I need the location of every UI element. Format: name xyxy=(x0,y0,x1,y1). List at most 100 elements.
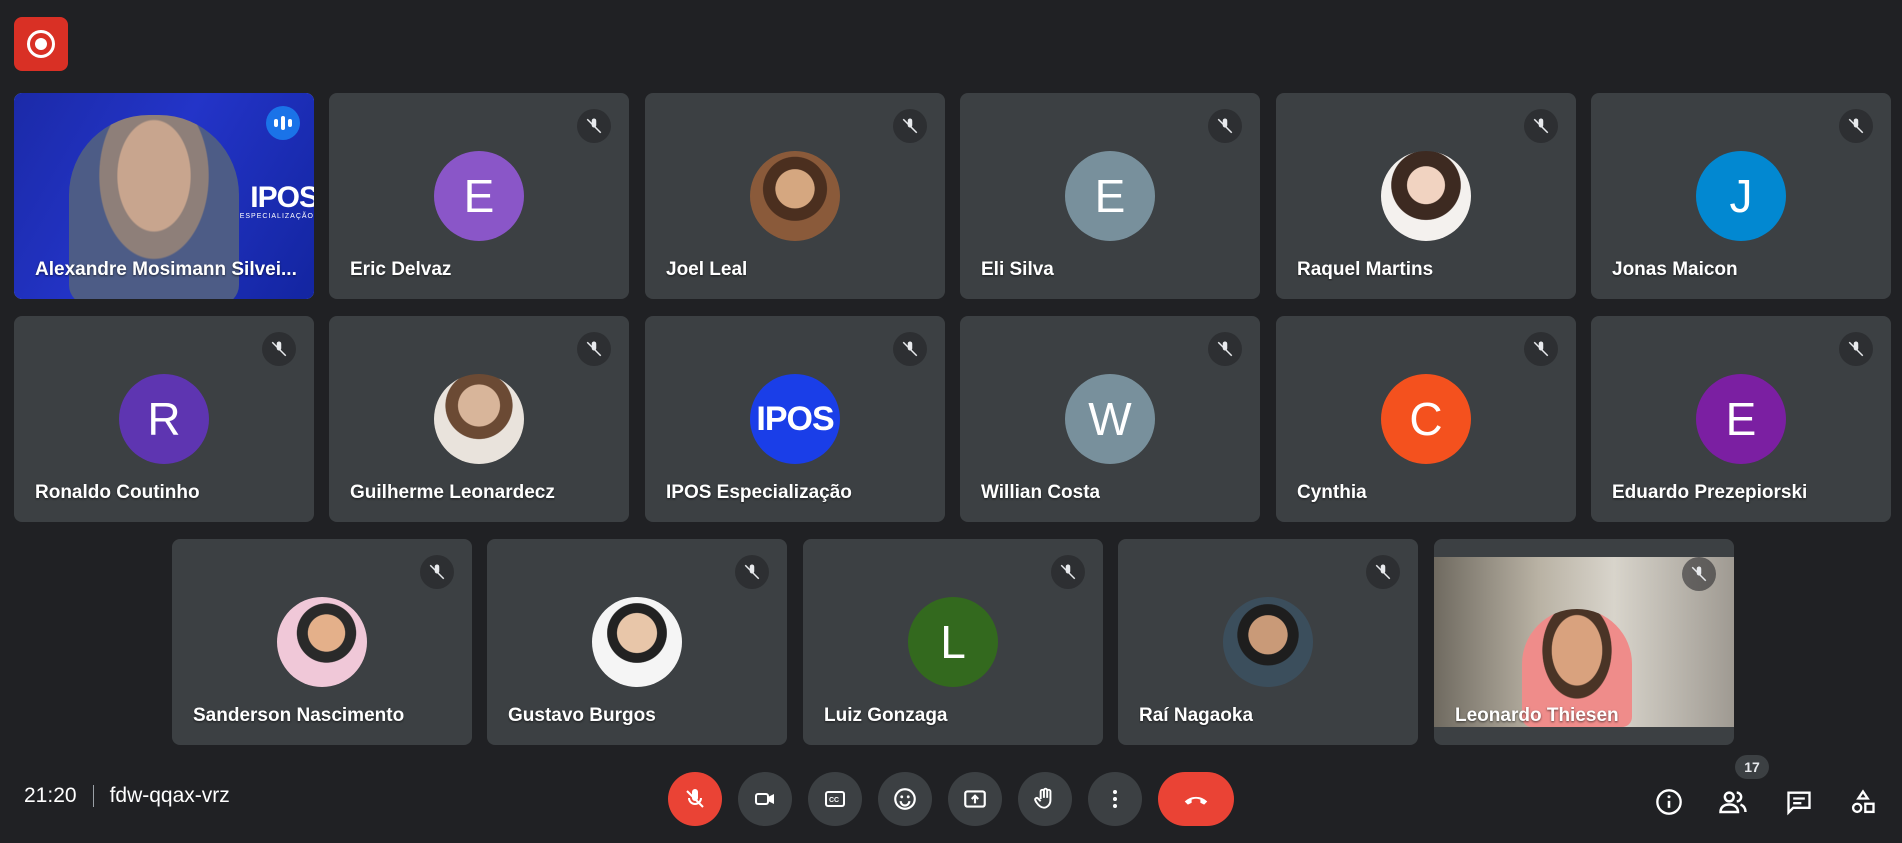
chat-button[interactable] xyxy=(1779,782,1819,822)
divider xyxy=(92,785,94,807)
emoji-icon xyxy=(894,788,916,810)
participant-name: Alexandre Mosimann Silvei... xyxy=(35,259,297,280)
participant-name: IPOS Especialização xyxy=(666,482,852,503)
participant-name: Raquel Martins xyxy=(1297,259,1434,280)
video-brand-subtext: ESPECIALIZAÇÃO xyxy=(239,213,314,220)
participant-name: Eduardo Prezepiorski xyxy=(1612,482,1808,503)
mic-off-icon xyxy=(735,555,769,589)
avatar-photo xyxy=(277,597,367,687)
avatar: J xyxy=(1696,151,1786,241)
participant-tile[interactable]: Guilherme Leonardecz xyxy=(329,316,629,522)
info-icon xyxy=(1656,789,1682,815)
participant-name: Eli Silva xyxy=(981,259,1054,280)
captions-button[interactable]: CC xyxy=(808,772,862,826)
participant-tile[interactable]: Gustavo Burgos xyxy=(487,539,787,745)
chat-icon xyxy=(1787,791,1811,816)
participant-tile[interactable]: E Eduardo Prezepiorski xyxy=(1591,316,1891,522)
raise-hand-button[interactable] xyxy=(1018,772,1072,826)
captions-icon: CC xyxy=(825,791,845,807)
present-icon xyxy=(964,790,986,808)
participant-tile[interactable]: E Eric Delvaz xyxy=(329,93,629,299)
meeting-details: 21:20 fdw-qqax-vrz xyxy=(24,784,230,808)
participant-name: Willian Costa xyxy=(981,482,1101,503)
recording-icon[interactable] xyxy=(14,17,68,71)
avatar-photo xyxy=(1381,151,1471,241)
mic-off-icon xyxy=(686,789,704,808)
avatar: E xyxy=(1696,374,1786,464)
hand-icon xyxy=(1034,787,1052,809)
activities-icon xyxy=(1851,789,1875,814)
more-vert-icon xyxy=(1113,790,1117,808)
mic-off-icon xyxy=(893,109,927,143)
meeting-info-button[interactable] xyxy=(1649,782,1689,822)
people-button[interactable] xyxy=(1713,782,1753,822)
participant-tile[interactable]: Raquel Martins xyxy=(1276,93,1576,299)
avatar-photo xyxy=(1223,597,1313,687)
avatar: E xyxy=(1065,151,1155,241)
participant-name: Ronaldo Coutinho xyxy=(35,482,200,503)
participant-name: Joel Leal xyxy=(666,259,748,280)
participant-tile[interactable]: Leonardo Thiesen xyxy=(1434,539,1734,745)
more-options-button[interactable] xyxy=(1088,772,1142,826)
participant-name: Eric Delvaz xyxy=(350,259,452,280)
participant-tile[interactable]: IPOS ESPECIALIZAÇÃO Alexandre Mosimann S… xyxy=(14,93,314,299)
participant-tile[interactable]: Joel Leal xyxy=(645,93,945,299)
mic-off-icon xyxy=(1682,557,1716,591)
meeting-code: fdw-qqax-vrz xyxy=(109,784,230,807)
video-brand-text: IPOS xyxy=(250,181,314,214)
emoji-button[interactable] xyxy=(878,772,932,826)
participant-tile[interactable]: Sanderson Nascimento xyxy=(172,539,472,745)
participant-tile[interactable]: R Ronaldo Coutinho xyxy=(14,316,314,522)
mic-off-icon xyxy=(1051,555,1085,589)
mic-off-icon xyxy=(420,555,454,589)
mic-off-icon xyxy=(1208,332,1242,366)
mic-off-icon xyxy=(262,332,296,366)
participant-tile[interactable]: L Luiz Gonzaga xyxy=(803,539,1103,745)
avatar: W xyxy=(1065,374,1155,464)
avatar-photo xyxy=(434,374,524,464)
participant-tile[interactable]: W Willian Costa xyxy=(960,316,1260,522)
mic-off-icon xyxy=(893,332,927,366)
bottom-bar: 21:20 fdw-qqax-vrz CC xyxy=(0,760,1902,843)
participant-tile[interactable]: E Eli Silva xyxy=(960,93,1260,299)
participant-name: Cynthia xyxy=(1297,482,1367,503)
speaking-indicator-icon xyxy=(266,106,300,140)
participant-name: Luiz Gonzaga xyxy=(824,705,948,726)
mic-off-icon xyxy=(1839,109,1873,143)
participant-name: Gustavo Burgos xyxy=(508,705,656,726)
avatar: C xyxy=(1381,374,1471,464)
mic-off-icon xyxy=(1524,332,1558,366)
recording-dot xyxy=(35,38,47,50)
participant-name: Leonardo Thiesen xyxy=(1455,705,1619,726)
side-panel-buttons xyxy=(1642,760,1902,843)
participant-tile[interactable]: J Jonas Maicon xyxy=(1591,93,1891,299)
participant-tile[interactable]: IPOS IPOS Especialização xyxy=(645,316,945,522)
participant-tile[interactable]: Raí Nagaoka xyxy=(1118,539,1418,745)
mic-off-icon xyxy=(1366,555,1400,589)
participant-name: Sanderson Nascimento xyxy=(193,705,405,726)
svg-text:CC: CC xyxy=(829,797,839,804)
avatar-photo xyxy=(592,597,682,687)
participant-tile[interactable]: C Cynthia xyxy=(1276,316,1576,522)
end-call-button[interactable] xyxy=(1158,772,1234,826)
meet-window: IPOS ESPECIALIZAÇÃO Alexandre Mosimann S… xyxy=(0,0,1902,843)
present-button[interactable] xyxy=(948,772,1002,826)
avatar-photo xyxy=(750,151,840,241)
phone-hangup-icon xyxy=(1184,796,1208,805)
people-icon xyxy=(1719,791,1747,814)
call-controls: CC xyxy=(668,772,1250,826)
mic-off-icon xyxy=(1524,109,1558,143)
avatar: L xyxy=(908,597,998,687)
mic-off-icon xyxy=(1208,109,1242,143)
avatar: R xyxy=(119,374,209,464)
camera-icon xyxy=(755,793,774,805)
mic-off-icon xyxy=(1839,332,1873,366)
participant-name: Raí Nagaoka xyxy=(1139,705,1254,726)
mic-toggle-button[interactable] xyxy=(668,772,722,826)
participant-count-badge: 17 xyxy=(1735,755,1769,779)
mic-off-icon xyxy=(577,332,611,366)
camera-toggle-button[interactable] xyxy=(738,772,792,826)
mic-off-icon xyxy=(577,109,611,143)
activities-button[interactable] xyxy=(1843,782,1883,822)
avatar: E xyxy=(434,151,524,241)
